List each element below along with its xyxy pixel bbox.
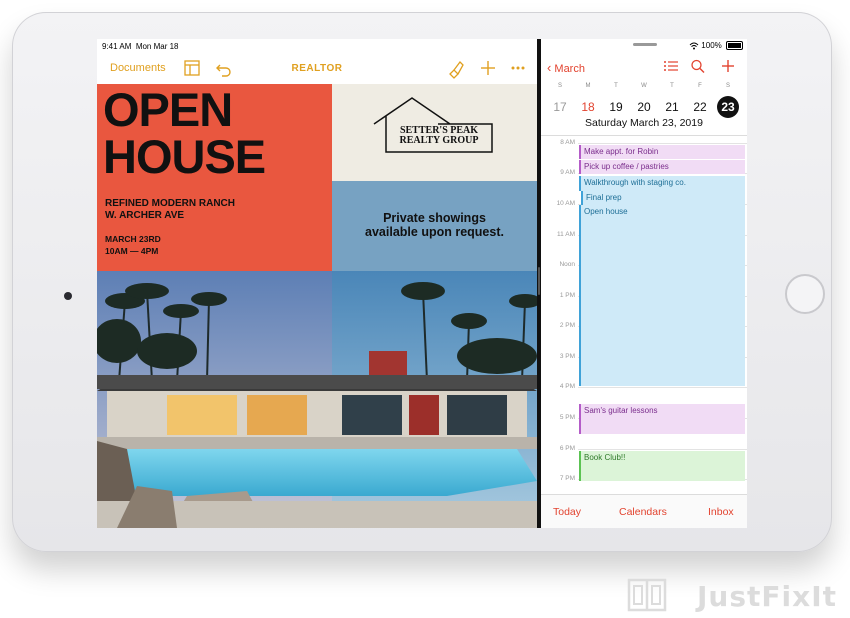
hour-label: 11 AM [557, 231, 575, 238]
private-showings-text: Private showings available upon request. [332, 211, 537, 239]
hour-label: 1 PM [559, 292, 575, 299]
weekday-header: M [585, 83, 591, 89]
calendar-app: 100% ‹ March S M T W T F S 17 18 19 20 2… [541, 39, 747, 528]
hour-line [578, 387, 747, 388]
flyer-headline: OPEN HOUSE [103, 83, 266, 183]
hour-label: 4 PM [559, 383, 575, 390]
private-showings-panel: Private showings available upon request. [332, 181, 537, 271]
open-house-panel: OPEN HOUSE REFINED MODERN RANCH W. ARCHE… [97, 84, 332, 271]
header-separator [541, 135, 747, 136]
house-photo [97, 271, 537, 528]
battery-icon [726, 41, 743, 51]
day-17[interactable]: 17 [549, 96, 571, 118]
event-walkthrough[interactable]: Walkthrough with staging co. [579, 176, 745, 191]
weekday-header: S [725, 83, 730, 89]
showings-line-1: Private showings [383, 211, 486, 225]
add-icon[interactable] [477, 57, 499, 79]
event-final-prep[interactable]: Final prep [581, 191, 745, 205]
status-date: Mon Mar 18 [135, 42, 179, 51]
subtitle-line-1: REFINED MODERN RANCH [105, 198, 235, 209]
hour-label: 5 PM [559, 414, 575, 421]
calendars-button[interactable]: Calendars [619, 506, 667, 518]
status-time-date: 9:41 AM Mon Mar 18 [102, 42, 179, 51]
watermark-text: JustFixIt [697, 580, 837, 613]
hour-line [578, 449, 747, 450]
event-open-house[interactable]: Open house [579, 205, 745, 386]
add-event-icon[interactable] [719, 58, 737, 74]
search-icon[interactable] [689, 58, 707, 74]
hour-line [578, 143, 747, 144]
ipad-screen: 9:41 AM Mon Mar 18 Documents REALTOR OPE… [97, 39, 747, 528]
hour-label: Noon [559, 261, 575, 268]
event-make-appt[interactable]: Make appt. for Robin [579, 145, 745, 159]
weekday-header: T [670, 83, 674, 89]
day-20[interactable]: 20 [633, 96, 655, 118]
front-camera [64, 292, 72, 300]
showings-line-2: available upon request. [365, 225, 504, 239]
event-book-club[interactable]: Book Club!! [579, 451, 745, 481]
format-brush-icon[interactable] [445, 57, 467, 79]
flyer-date: MARCH 23RD 10AM — 4PM [105, 233, 161, 257]
weekday-header: F [698, 83, 702, 89]
split-view-grip[interactable] [538, 267, 540, 295]
realty-logo-panel: SETTER'S PEAK REALTY GROUP [332, 84, 537, 181]
day-19[interactable]: 19 [605, 96, 627, 118]
watermark-logo-icon [627, 578, 667, 612]
battery-percent: 100% [701, 41, 722, 50]
calendar-bottom-bar: Today Calendars Inbox [541, 494, 747, 528]
date-line-1: MARCH 23RD [105, 234, 161, 244]
day-18-today[interactable]: 18 [577, 96, 599, 118]
day-timeline[interactable]: 8 AM 9 AM 10 AM 11 AM Noon 1 PM 2 PM 3 P… [541, 139, 747, 494]
pages-toolbar: Documents REALTOR [97, 53, 537, 84]
today-button[interactable]: Today [553, 506, 581, 518]
hour-label: 8 AM [560, 139, 575, 146]
flyer-canvas[interactable]: OPEN HOUSE REFINED MODERN RANCH W. ARCHE… [97, 84, 537, 528]
status-right: 100% [689, 41, 743, 51]
logo-line-2: REALTY GROUP [399, 135, 479, 146]
more-icon[interactable] [507, 57, 529, 79]
subtitle-line-2: W. ARCHER AVE [105, 210, 185, 221]
day-21[interactable]: 21 [661, 96, 683, 118]
day-22[interactable]: 22 [689, 96, 711, 118]
app-handle[interactable] [633, 43, 657, 46]
list-view-icon[interactable] [662, 58, 680, 74]
month-back-label: March [554, 63, 585, 75]
event-pick-up-coffee[interactable]: Pick up coffee / pastries [579, 160, 745, 174]
chevron-left-icon: ‹ [547, 60, 552, 75]
week-day-strip: 17 18 19 20 21 22 23 [541, 96, 747, 118]
event-guitar-lessons[interactable]: Sam's guitar lessons [579, 404, 745, 434]
selected-date-label: Saturday March 23, 2019 [585, 117, 703, 129]
headline-line-2: HOUSE [103, 130, 266, 183]
weekday-header: W [641, 83, 647, 89]
hour-label: 2 PM [559, 322, 575, 329]
home-button[interactable] [785, 274, 825, 314]
flyer-subtitle: REFINED MODERN RANCH W. ARCHER AVE [105, 198, 235, 222]
headline-line-1: OPEN [103, 83, 233, 136]
hour-label: 3 PM [559, 353, 575, 360]
hour-label: 9 AM [560, 169, 575, 176]
weekday-header: T [614, 83, 618, 89]
month-back-button[interactable]: ‹ March [547, 60, 585, 75]
pages-app: 9:41 AM Mon Mar 18 Documents REALTOR OPE… [97, 39, 537, 528]
document-title: REALTOR [291, 63, 343, 74]
hour-label: 7 PM [559, 475, 575, 482]
hour-label: 6 PM [559, 445, 575, 452]
date-line-2: 10AM — 4PM [105, 246, 159, 256]
hour-label: 10 AM [556, 200, 575, 207]
inbox-button[interactable]: Inbox [708, 506, 734, 518]
week-header: S M T W T F S [541, 83, 747, 93]
day-23-selected[interactable]: 23 [717, 96, 739, 118]
realty-logo-text: SETTER'S PEAK REALTY GROUP [389, 126, 489, 146]
wifi-icon [689, 42, 699, 50]
weekday-header: S [557, 83, 562, 89]
status-time: 9:41 AM [102, 42, 132, 51]
